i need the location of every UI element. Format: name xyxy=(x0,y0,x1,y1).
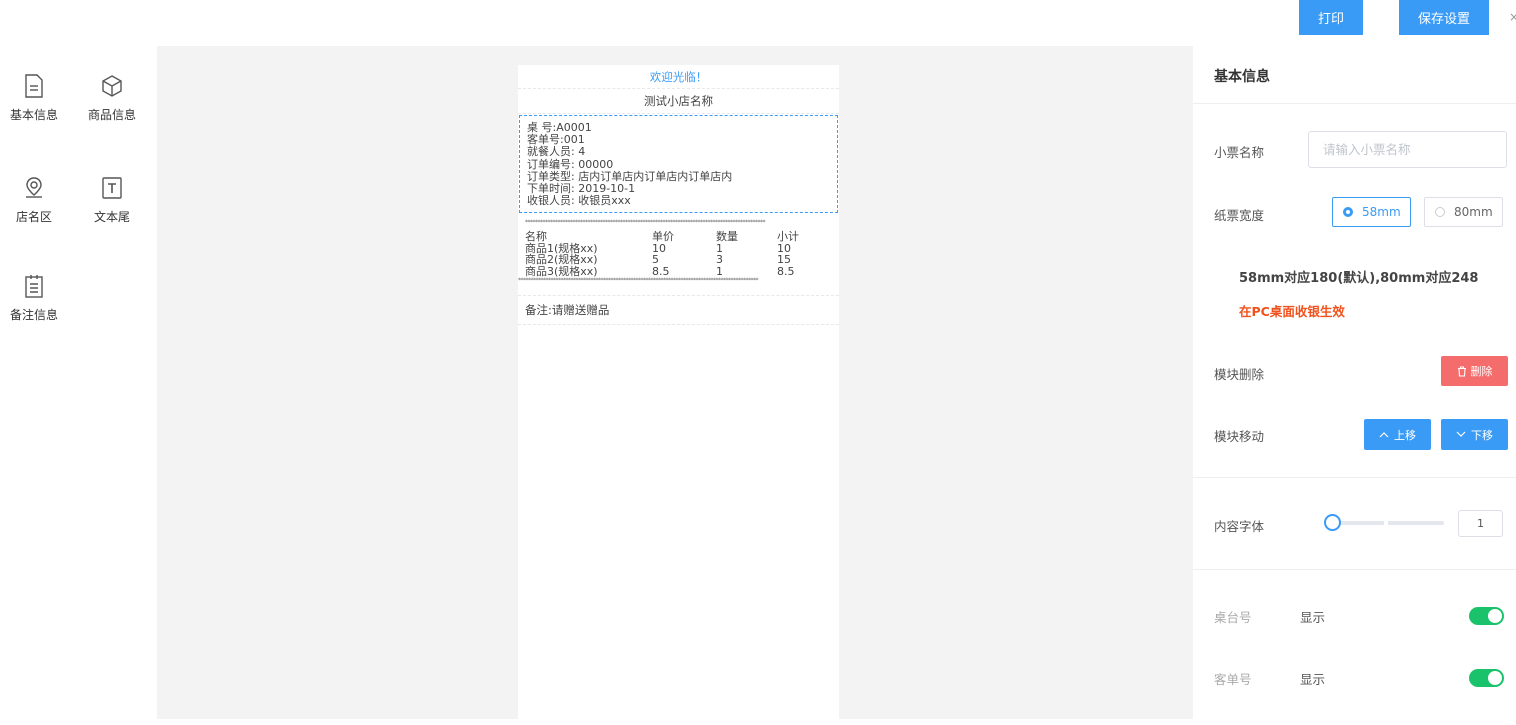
goods-cell: 10 xyxy=(652,241,666,255)
receipt-info-line: 收银人员: 收银员xxx xyxy=(527,194,631,208)
width-option-label: 80mm xyxy=(1454,205,1493,219)
receipt-goods-block[interactable]: 名称 单价 数量 小计 商品1(规格xx) 10 1 10 商品2(规格xx) … xyxy=(518,227,839,277)
sidebar-item-basic-info[interactable]: 基本信息 xyxy=(4,74,64,123)
order-number-toggle[interactable] xyxy=(1469,669,1504,687)
chevron-down-icon xyxy=(1456,431,1466,437)
goods-cell: 1 xyxy=(716,241,723,255)
module-sidebar: 基本信息 商品信息 店名区 文本尾 备注信息 xyxy=(0,46,157,719)
width-option-label: 58mm xyxy=(1362,205,1401,219)
width-option-80mm[interactable]: 80mm xyxy=(1424,197,1503,227)
radio-unselected-icon xyxy=(1435,207,1445,217)
module-move-label: 模块移动 xyxy=(1214,429,1265,444)
document-icon xyxy=(25,74,43,98)
paper-width-label: 纸票宽度 xyxy=(1214,208,1265,223)
receipt-star-divider: ****************************************… xyxy=(518,277,759,285)
toggle-table-label: 桌台号 xyxy=(1214,610,1252,625)
clipboard-icon xyxy=(25,275,43,298)
divider xyxy=(1193,103,1516,104)
divider xyxy=(1193,569,1516,570)
sidebar-item-label: 店名区 xyxy=(15,210,52,224)
preview-canvas: 欢迎光临！ 测试小店名称 桌 号:A0001 客单号:001 就餐人员: 4 订… xyxy=(157,46,1193,725)
width-option-58mm[interactable]: 58mm xyxy=(1332,197,1411,227)
delete-button-label: 删除 xyxy=(1470,365,1493,378)
sidebar-item-label: 商品信息 xyxy=(87,108,136,122)
toggle-table-state: 显示 xyxy=(1300,610,1326,625)
pc-hint: 在PC桌面收银生效 xyxy=(1239,304,1345,319)
receipt-info-line: 订单编号: 00000 xyxy=(527,157,614,171)
receipt-star-divider: ****************************************… xyxy=(525,219,766,227)
goods-cell: 8.5 xyxy=(777,264,795,278)
close-icon[interactable]: × xyxy=(1509,10,1516,24)
delete-module-button[interactable]: 删除 xyxy=(1441,356,1508,386)
receipt-preview: 欢迎光临！ 测试小店名称 桌 号:A0001 客单号:001 就餐人员: 4 订… xyxy=(518,65,839,725)
ticket-name-input[interactable] xyxy=(1308,131,1507,168)
print-button[interactable]: 打印 xyxy=(1299,0,1363,35)
divider xyxy=(1193,477,1516,478)
width-hint: 58mm对应180(默认),80mm对应248 xyxy=(1239,271,1479,286)
goods-cell: 商品3(规格xx) xyxy=(525,264,598,278)
trash-icon xyxy=(1457,365,1466,377)
receipt-welcome[interactable]: 欢迎光临！ xyxy=(518,65,839,89)
move-down-button[interactable]: 下移 xyxy=(1441,419,1508,450)
goods-cell: 8.5 xyxy=(652,264,670,278)
sidebar-item-label: 文本尾 xyxy=(93,210,130,224)
module-delete-label: 模块删除 xyxy=(1214,367,1265,382)
sidebar-item-note-info[interactable]: 备注信息 xyxy=(4,274,64,323)
sidebar-item-goods-info[interactable]: 商品信息 xyxy=(82,74,142,123)
receipt-info-line: 就餐人员: 4 xyxy=(527,145,586,159)
font-size-input[interactable]: 1 xyxy=(1458,510,1503,537)
location-icon xyxy=(26,177,42,198)
receipt-basic-info-block[interactable]: 桌 号:A0001 客单号:001 就餐人员: 4 订单编号: 00000 订单… xyxy=(519,115,838,214)
font-size-slider-handle[interactable] xyxy=(1324,514,1341,531)
box-icon xyxy=(102,75,122,97)
table-number-toggle[interactable] xyxy=(1469,607,1504,625)
ticket-name-label: 小票名称 xyxy=(1214,145,1265,160)
goods-header-cell: 数量 xyxy=(716,230,738,244)
goods-row: 商品3(规格xx) 8.5 1 8.5 xyxy=(525,266,832,278)
goods-cell: 1 xyxy=(716,264,723,278)
toggle-order-state: 显示 xyxy=(1300,672,1326,687)
move-up-label: 上移 xyxy=(1394,428,1416,442)
settings-panel: 基本信息 小票名称 纸票宽度 58mm 80mm 58mm对应180(默认),8… xyxy=(1193,46,1516,719)
content-font-label: 内容字体 xyxy=(1214,519,1265,534)
sidebar-item-label: 基本信息 xyxy=(9,108,58,122)
receipt-note[interactable]: 备注:请赠送赠品 xyxy=(518,296,839,326)
panel-title: 基本信息 xyxy=(1214,69,1270,85)
top-toolbar: 打印 保存设置 × xyxy=(0,0,1516,46)
sidebar-item-label: 备注信息 xyxy=(9,308,58,322)
chevron-up-icon xyxy=(1379,432,1389,438)
toggle-order-label: 客单号 xyxy=(1214,672,1252,687)
font-size-slider-track[interactable] xyxy=(1326,521,1444,525)
receipt-shop-name[interactable]: 测试小店名称 xyxy=(518,89,839,114)
save-settings-button[interactable]: 保存设置 xyxy=(1399,0,1489,35)
goods-cell: 3 xyxy=(716,253,723,267)
sidebar-item-text-footer[interactable]: 文本尾 xyxy=(82,176,142,225)
move-down-label: 下移 xyxy=(1471,428,1493,442)
move-up-button[interactable]: 上移 xyxy=(1364,419,1431,450)
sidebar-item-shop-name[interactable]: 店名区 xyxy=(4,176,64,225)
radio-selected-icon xyxy=(1343,207,1353,217)
receipt-separator xyxy=(518,285,839,297)
text-icon xyxy=(102,177,122,199)
